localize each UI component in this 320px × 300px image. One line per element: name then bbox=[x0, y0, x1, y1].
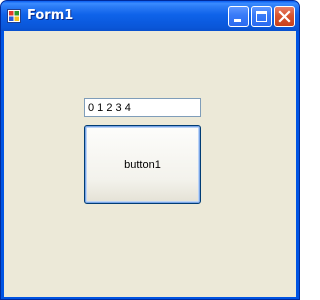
text-input[interactable] bbox=[84, 98, 201, 117]
minimize-button[interactable] bbox=[228, 6, 249, 27]
close-icon bbox=[278, 10, 291, 23]
close-button[interactable] bbox=[274, 6, 295, 27]
minimize-icon bbox=[234, 19, 241, 22]
title-bar[interactable]: Form1 bbox=[1, 1, 299, 31]
form-client-area: button1 bbox=[4, 31, 296, 297]
form-app-icon[interactable] bbox=[7, 9, 21, 23]
button1[interactable]: button1 bbox=[84, 125, 201, 204]
maximize-button[interactable] bbox=[251, 6, 272, 27]
form-window: Form1 button1 bbox=[0, 0, 300, 300]
window-title: Form1 bbox=[27, 8, 74, 23]
maximize-icon bbox=[256, 11, 267, 22]
